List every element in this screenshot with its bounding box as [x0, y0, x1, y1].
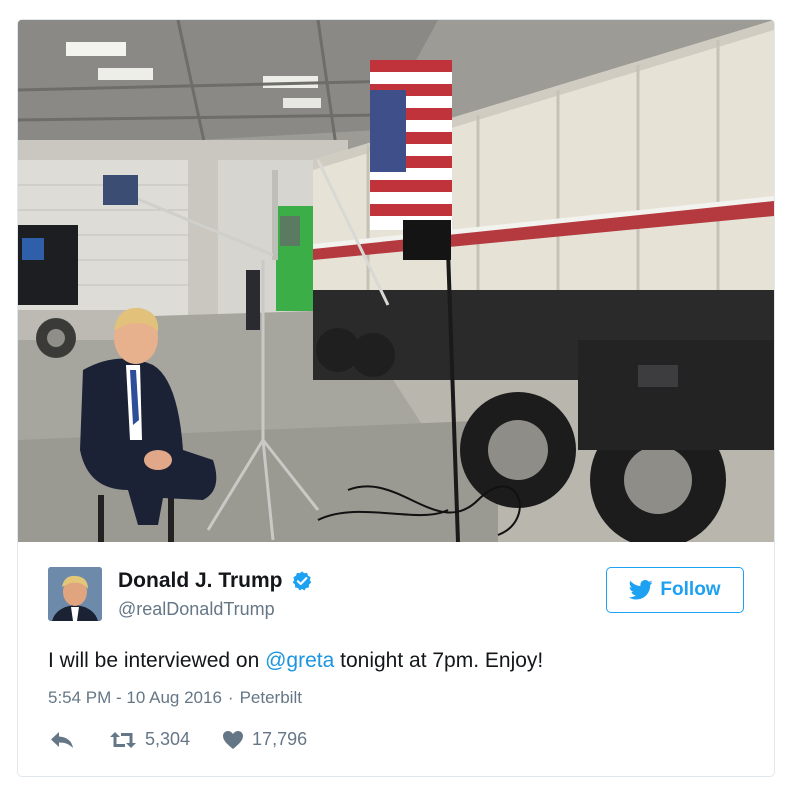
tweet-card: Donald J. Trump @realDonaldTrump Follow … [17, 19, 775, 777]
like-button[interactable]: 17,796 [222, 729, 307, 750]
tweet-timestamp[interactable]: 5:54 PM - 10 Aug 2016 [48, 688, 222, 707]
follow-button[interactable]: Follow [606, 567, 744, 613]
author-name[interactable]: Donald J. Trump [118, 569, 313, 593]
meta-separator: · [227, 688, 234, 707]
author-handle[interactable]: @realDonaldTrump [118, 599, 275, 620]
like-count: 17,796 [252, 729, 308, 749]
bird-icon [629, 580, 654, 600]
tweet-actions: 5,304 17,796 [50, 729, 307, 750]
author-name-text: Donald J. Trump [118, 569, 283, 592]
tweet-meta: 5:54 PM - 10 Aug 2016 · Peterbilt [48, 688, 302, 708]
follow-label: Follow [660, 579, 721, 600]
retweet-icon [110, 731, 136, 748]
tweet-text: I will be interviewed on @greta tonight … [48, 649, 748, 673]
reply-icon [51, 731, 73, 748]
verified-badge-icon [291, 570, 313, 592]
tweet-source[interactable]: Peterbilt [240, 688, 302, 707]
tweet-text-before: I will be interviewed on [48, 649, 266, 672]
mention-link[interactable]: @greta [265, 649, 334, 672]
retweet-count: 5,304 [145, 729, 191, 749]
avatar[interactable] [48, 567, 102, 621]
heart-icon [223, 730, 244, 749]
tweet-text-after: tonight at 7pm. Enjoy! [334, 649, 544, 672]
tweet-photo[interactable] [18, 20, 774, 542]
retweet-button[interactable]: 5,304 [109, 729, 190, 750]
reply-button[interactable] [50, 731, 74, 749]
